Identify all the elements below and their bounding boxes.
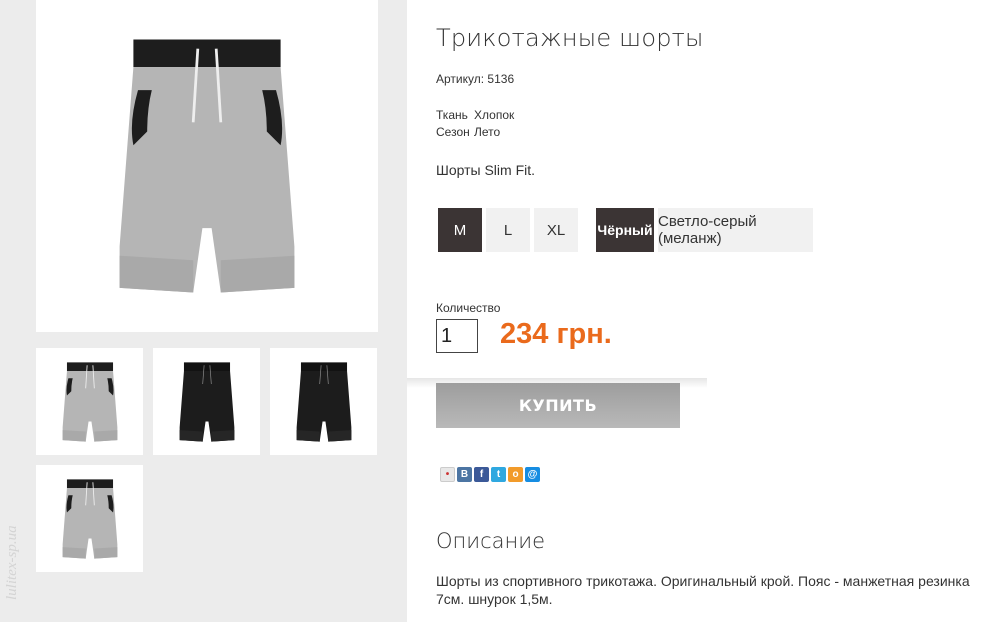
buy-button[interactable]: КУПИТЬ <box>436 383 680 428</box>
short-description: Шорты Slim Fit. <box>436 162 536 178</box>
main-product-image[interactable] <box>36 0 378 332</box>
quantity-label: Количество <box>436 301 501 315</box>
sku-value: 5136 <box>487 72 515 86</box>
color-option-black[interactable]: Чёрный <box>596 208 654 252</box>
mailru-icon[interactable]: @ <box>525 467 540 482</box>
price: 234 грн. <box>500 318 612 350</box>
shorts-image <box>295 361 352 442</box>
size-option-l[interactable]: L <box>486 208 530 252</box>
attr-label-fabric: Ткань <box>436 108 468 122</box>
description-text: Шорты из спортивного трикотажа. Оригинал… <box>436 573 970 607</box>
facebook-icon[interactable]: f <box>474 467 489 482</box>
sku: Артикул: 5136 <box>436 72 514 86</box>
product-title: Трикотажные шорты <box>436 24 704 52</box>
product-info: Трикотажные шорты Артикул: 5136 Ткань Хл… <box>407 0 1000 622</box>
attr-value-season: Лето <box>474 125 501 139</box>
description-title: Описание <box>436 529 545 553</box>
attr-label-season: Сезон <box>436 125 470 139</box>
thumbnail-grey-back[interactable] <box>36 465 143 572</box>
share-icon[interactable]: • <box>440 467 455 482</box>
shorts-image <box>61 478 118 559</box>
twitter-icon[interactable]: t <box>491 467 506 482</box>
size-option-m[interactable]: M <box>438 208 482 252</box>
thumbnail-black-side[interactable] <box>270 348 377 455</box>
watermark: lulitex-sp.ua <box>4 525 20 600</box>
quantity-input[interactable] <box>436 319 478 353</box>
thumbnail-black-front[interactable] <box>153 348 260 455</box>
attr-value-fabric: Хлопок <box>474 108 515 122</box>
sku-label: Артикул: <box>436 72 485 86</box>
thumbnail-grey-front[interactable] <box>36 348 143 455</box>
share-buttons: • В f t o @ <box>440 467 540 482</box>
color-option-light-grey[interactable]: Светло-серый (меланж) <box>658 208 813 252</box>
shorts-image <box>178 361 235 442</box>
shorts-image <box>61 361 118 442</box>
product-gallery: lulitex-sp.ua <box>0 0 407 622</box>
shorts-image <box>118 38 296 294</box>
size-option-xl[interactable]: XL <box>534 208 578 252</box>
odnoklassniki-icon[interactable]: o <box>508 467 523 482</box>
vk-icon[interactable]: В <box>457 467 472 482</box>
